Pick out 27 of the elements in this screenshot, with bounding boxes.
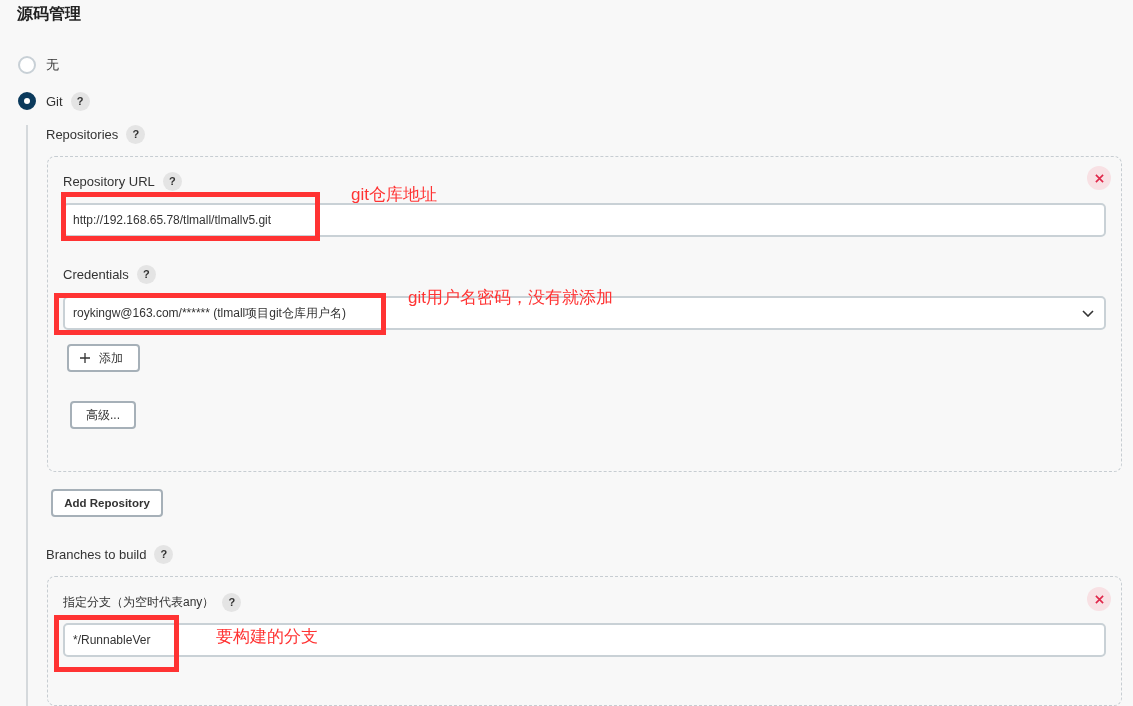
field-label: Repository URL bbox=[63, 173, 155, 189]
radio-label[interactable]: Git bbox=[46, 93, 63, 109]
remove-button[interactable] bbox=[1087, 166, 1111, 190]
help-button[interactable]: ? bbox=[162, 171, 182, 191]
field-label: Repositories bbox=[46, 126, 119, 142]
help-button[interactable]: ? bbox=[136, 264, 156, 284]
help-button[interactable]: ? bbox=[222, 592, 242, 612]
field-label: Credentials bbox=[63, 266, 129, 282]
remove-button[interactable] bbox=[1087, 587, 1111, 611]
annotation-text: 要构建的分支 bbox=[216, 626, 318, 648]
plus-icon bbox=[80, 353, 90, 363]
annotation-text: git仓库地址 bbox=[351, 184, 437, 206]
chevron-icon bbox=[1082, 309, 1094, 317]
advanced-button[interactable]: 高级... bbox=[70, 401, 136, 429]
radio-button[interactable] bbox=[18, 92, 36, 110]
url-input[interactable]: http://192.168.65.78/tlmall/tlmallv5.git bbox=[63, 203, 1106, 237]
add-repository-button[interactable]: Add Repository bbox=[51, 489, 163, 517]
close-icon bbox=[1094, 173, 1104, 183]
help-button[interactable]: ? bbox=[126, 124, 146, 144]
section-title: 源码管理 bbox=[17, 4, 82, 24]
close-icon bbox=[1094, 594, 1104, 604]
field-label: 指定分支（为空时代表any） bbox=[63, 593, 215, 611]
field-label: Branches to build bbox=[46, 546, 147, 562]
add-button[interactable]: 添加 bbox=[67, 344, 140, 372]
help-button[interactable]: ? bbox=[154, 544, 174, 564]
help-button[interactable]: ? bbox=[70, 91, 90, 111]
radio-label[interactable]: 无 bbox=[46, 56, 59, 74]
